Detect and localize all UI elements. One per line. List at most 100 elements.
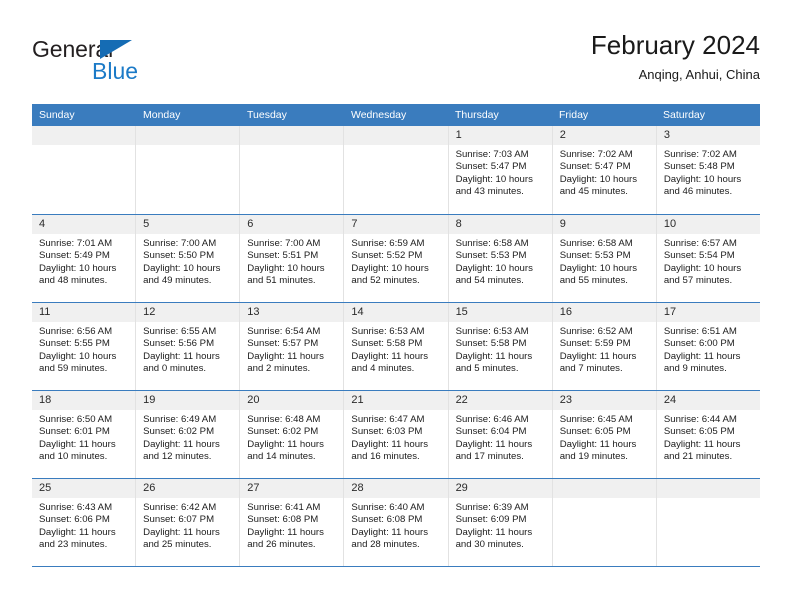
day-cell-empty — [344, 126, 449, 214]
day-number-band: 4 — [32, 215, 136, 234]
sunrise-time: Sunrise: 6:41 AM — [247, 502, 321, 513]
sunrise-time: Sunrise: 6:40 AM — [351, 502, 425, 513]
day-cell[interactable]: 20 Sunrise: 6:48 AM Sunset: 6:02 PM Dayligh… — [240, 391, 345, 478]
day-number: 8 — [455, 218, 462, 230]
daylight-duration-line2: and 46 minutes. — [663, 186, 733, 198]
day-cell[interactable]: 28 Sunrise: 6:40 AM Sunset: 6:08 PM Dayligh… — [344, 479, 449, 566]
day-cell[interactable]: 29 Sunrise: 6:39 AM Sunset: 6:09 PM Dayligh… — [448, 479, 553, 566]
day-cell[interactable]: 8 Sunrise: 6:58 AM Sunset: 5:53 PM Daylight… — [448, 215, 553, 302]
day-cell[interactable]: 25 Sunrise: 6:43 AM Sunset: 6:06 PM Dayligh… — [32, 479, 137, 566]
day-number-band: 3 — [656, 126, 760, 145]
sunset-time: Sunset: 5:55 PM — [39, 338, 110, 350]
daylight-duration-line1: Daylight: 11 hours — [663, 350, 741, 362]
sunset-time: Sunset: 5:52 PM — [351, 250, 423, 262]
day-cell[interactable]: 16 Sunrise: 6:52 AM Sunset: 5:59 PM Dayligh… — [552, 303, 657, 390]
day-cell[interactable]: 19 Sunrise: 6:49 AM Sunset: 6:02 PM Dayligh… — [136, 391, 241, 478]
weekday-header-friday: Friday — [559, 109, 589, 121]
sunrise-time: Sunrise: 6:44 AM — [663, 414, 737, 425]
day-number: 29 — [455, 482, 468, 494]
daylight-duration-line2: and 2 minutes. — [247, 363, 311, 375]
day-number: 7 — [351, 218, 358, 230]
daylight-duration-line1: Daylight: 11 hours — [39, 526, 116, 538]
day-cell[interactable]: 11 Sunrise: 6:56 AM Sunset: 5:55 PM Dayligh… — [32, 303, 137, 390]
day-number-band: 18 — [32, 391, 136, 410]
day-number: 9 — [559, 218, 566, 230]
sunrise-time: Sunrise: 6:59 AM — [351, 238, 425, 249]
day-details: Sunrise: 6:46 AM Sunset: 6:04 PM Daylight:… — [449, 410, 552, 464]
title-block: February 2024 Anqing, Anhui, China — [591, 28, 760, 85]
sunrise-time: Sunrise: 7:00 AM — [247, 238, 321, 249]
day-cell[interactable]: 24 Sunrise: 6:44 AM Sunset: 6:05 PM Dayligh… — [656, 391, 760, 478]
day-number: 25 — [39, 482, 52, 494]
sunset-time: Sunset: 6:06 PM — [39, 514, 110, 526]
sunrise-time: Sunrise: 6:49 AM — [143, 414, 217, 425]
day-number: 18 — [39, 394, 52, 406]
day-number-band: 20 — [240, 391, 344, 410]
sunrise-time: Sunrise: 6:56 AM — [39, 326, 113, 337]
day-cell[interactable]: 5 Sunrise: 7:00 AM Sunset: 5:50 PM Daylight… — [136, 215, 241, 302]
sunrise-time: Sunrise: 6:58 AM — [559, 238, 633, 249]
day-cell[interactable]: 12 Sunrise: 6:55 AM Sunset: 5:56 PM Dayligh… — [136, 303, 241, 390]
day-cell[interactable]: 15 Sunrise: 6:53 AM Sunset: 5:58 PM Dayligh… — [448, 303, 553, 390]
sunrise-time: Sunrise: 6:45 AM — [559, 414, 633, 425]
daylight-duration-line1: Daylight: 10 hours — [39, 262, 117, 274]
day-cell[interactable]: 7 Sunrise: 6:59 AM Sunset: 5:52 PM Daylight… — [344, 215, 449, 302]
daylight-duration-line1: Daylight: 11 hours — [351, 526, 429, 538]
day-cell[interactable]: 23 Sunrise: 6:45 AM Sunset: 6:05 PM Dayligh… — [552, 391, 657, 478]
day-number: 19 — [143, 394, 156, 406]
day-cell[interactable]: 4 Sunrise: 7:01 AM Sunset: 5:49 PM Daylight… — [32, 215, 137, 302]
sunrise-time: Sunrise: 6:50 AM — [39, 414, 113, 425]
day-cell[interactable]: 26 Sunrise: 6:42 AM Sunset: 6:07 PM Dayligh… — [136, 479, 241, 566]
day-number-band: 9 — [552, 215, 656, 234]
day-number: 10 — [663, 218, 677, 230]
daylight-duration-line2: and 14 minutes. — [247, 451, 316, 463]
day-cell[interactable]: 3 Sunrise: 7:02 AM Sunset: 5:48 PM Daylight… — [656, 126, 760, 214]
sunrise-time: Sunrise: 6:53 AM — [351, 326, 425, 337]
day-cell[interactable]: 13 Sunrise: 6:54 AM Sunset: 5:57 PM Dayligh… — [240, 303, 345, 390]
daylight-duration-line2: and 23 minutes. — [39, 539, 108, 551]
day-number-band: 29 — [448, 479, 552, 498]
day-cell[interactable]: 22 Sunrise: 6:46 AM Sunset: 6:04 PM Dayligh… — [448, 391, 553, 478]
weekday-header-sunday: Sunday — [39, 109, 75, 121]
day-number: 14 — [351, 306, 364, 318]
day-number-band: 10 — [656, 215, 760, 234]
daylight-duration-line2: and 26 minutes. — [247, 539, 316, 551]
day-number-band — [552, 479, 656, 498]
sunrise-time: Sunrise: 7:02 AM — [559, 149, 633, 160]
calendar-week-row: 1 Sunrise: 7:03 AM Sunset: 5:47 PM Daylight… — [32, 126, 760, 214]
day-cell[interactable]: 6 Sunrise: 7:00 AM Sunset: 5:51 PM Daylight… — [240, 215, 345, 302]
general-blue-logo[interactable]: General Blue — [32, 36, 202, 92]
day-cell[interactable]: 9 Sunrise: 6:58 AM Sunset: 5:53 PM Daylight… — [552, 215, 657, 302]
daylight-duration-line1: Daylight: 11 hours — [247, 350, 324, 362]
day-details: Sunrise: 6:41 AM Sunset: 6:08 PM Daylight:… — [240, 498, 343, 552]
sunset-time: Sunset: 5:54 PM — [663, 250, 735, 262]
day-cell[interactable]: 10 Sunrise: 6:57 AM Sunset: 5:54 PM Dayligh… — [656, 215, 760, 302]
day-cell[interactable]: 17 Sunrise: 6:51 AM Sunset: 6:00 PM Dayligh… — [656, 303, 760, 390]
daylight-duration-line2: and 5 minutes. — [455, 363, 519, 375]
daylight-duration-line1: Daylight: 11 hours — [351, 350, 429, 362]
day-number-band: 28 — [344, 479, 448, 498]
day-details: Sunrise: 6:44 AM Sunset: 6:05 PM Daylight:… — [657, 410, 760, 464]
day-details: Sunrise: 6:52 AM Sunset: 5:59 PM Daylight:… — [553, 322, 656, 376]
sunrise-time: Sunrise: 6:46 AM — [455, 414, 529, 425]
day-cell[interactable]: 21 Sunrise: 6:47 AM Sunset: 6:03 PM Dayligh… — [344, 391, 449, 478]
day-cell[interactable]: 27 Sunrise: 6:41 AM Sunset: 6:08 PM Dayligh… — [240, 479, 345, 566]
daylight-duration-line1: Daylight: 10 hours — [455, 262, 533, 274]
calendar-week-row: 11 Sunrise: 6:56 AM Sunset: 5:55 PM Dayligh… — [32, 302, 760, 390]
daylight-duration-line2: and 51 minutes. — [247, 275, 316, 287]
daylight-duration-line2: and 52 minutes. — [351, 275, 420, 287]
sunset-time: Sunset: 6:05 PM — [663, 426, 735, 438]
day-cell[interactable]: 2 Sunrise: 7:02 AM Sunset: 5:47 PM Daylight… — [552, 126, 657, 214]
triangle-icon — [100, 40, 132, 59]
daylight-duration-line1: Daylight: 10 hours — [143, 262, 221, 274]
day-cell[interactable]: 18 Sunrise: 6:50 AM Sunset: 6:01 PM Dayligh… — [32, 391, 137, 478]
day-number-band: 5 — [136, 215, 240, 234]
day-number: 6 — [247, 218, 254, 230]
daylight-duration-line1: Daylight: 11 hours — [143, 526, 220, 538]
daylight-duration-line2: and 28 minutes. — [351, 539, 420, 551]
day-cell[interactable]: 14 Sunrise: 6:53 AM Sunset: 5:58 PM Dayligh… — [344, 303, 449, 390]
daylight-duration-line2: and 57 minutes. — [663, 275, 733, 287]
daylight-duration-line1: Daylight: 10 hours — [559, 262, 638, 274]
day-cell[interactable]: 1 Sunrise: 7:03 AM Sunset: 5:47 PM Daylight… — [448, 126, 553, 214]
sunset-time: Sunset: 6:08 PM — [351, 514, 423, 526]
